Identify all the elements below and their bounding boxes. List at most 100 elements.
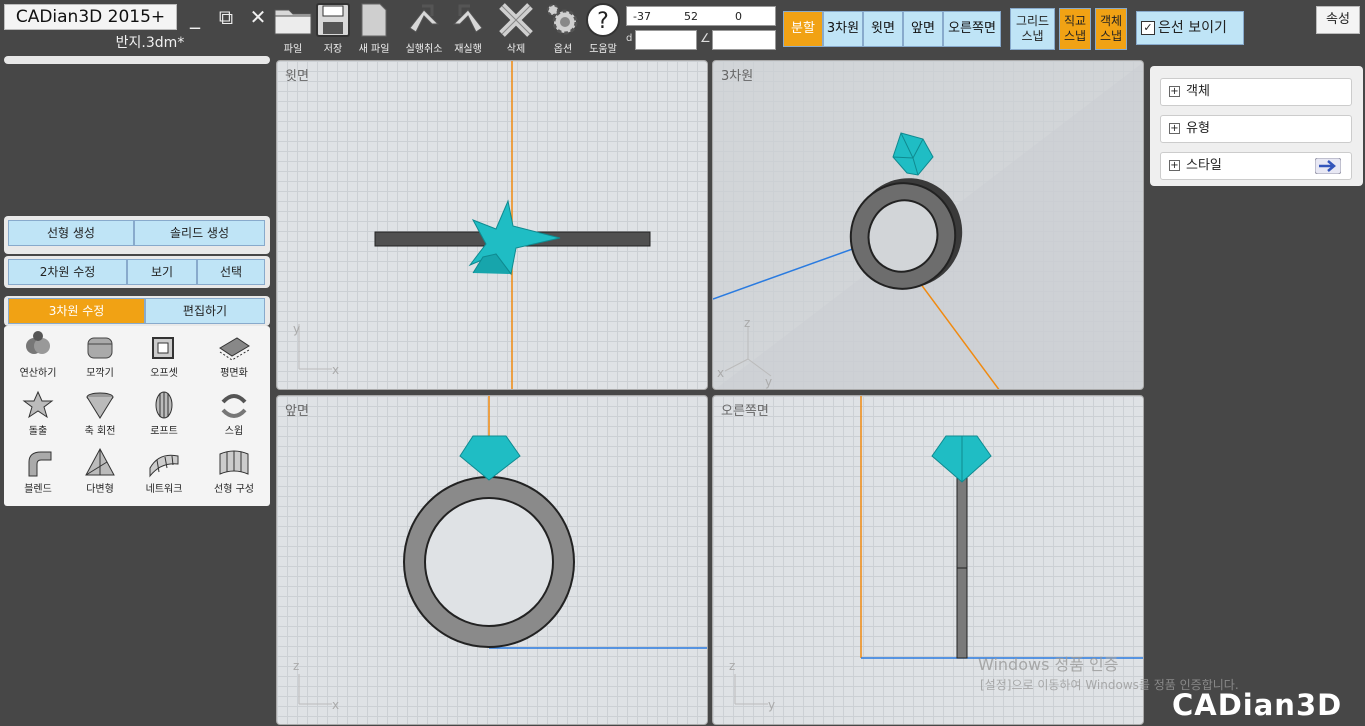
viewport-top[interactable]: 윗면 y x [276,60,708,390]
activation-watermark-title: Windows 정품 인증 [978,655,1119,674]
tab-row-edit: 2차원 수정 보기 선택 [4,256,270,288]
tool-label: 네트워크 [145,484,183,495]
tool-offset[interactable]: 오프셋 [132,330,196,388]
tab-3d-edit[interactable]: 3차원 수정 [8,298,145,324]
view-3d-button[interactable]: 3차원 [823,11,863,47]
tool-revolve[interactable]: 축 회전 [68,388,132,446]
tab-curve-create[interactable]: 선형 생성 [8,220,134,246]
expand-icon[interactable]: + [1169,123,1180,134]
tool-loft[interactable]: 로프트 [132,388,196,446]
tool-boolean[interactable]: 연산하기 [6,330,70,388]
file-name: 반지.3dm* [115,35,185,51]
gear-icon [547,4,578,35]
close-button[interactable]: ✕ [247,6,269,28]
folder-icon [274,9,312,35]
grid-snap-line2: 스냅 [1021,29,1044,43]
tool-panel: 연산하기 모깍기 오프셋 평면화 돌출 축 회전 로프트 스윕 블렌드 다변형 … [4,326,270,506]
axis-label-y: y [765,375,773,389]
axis-label-z: z [293,659,300,673]
tab-solid-create[interactable]: 솔리드 생성 [134,220,265,246]
delete-button[interactable]: 삭제 [491,2,541,55]
network-icon [149,454,179,478]
object-snap-line1: 객체 [1099,14,1123,28]
view-split-button[interactable]: 분할 [783,11,823,47]
tool-polygon[interactable]: 다변형 [68,446,132,504]
accordion-label: 스타일 [1186,158,1222,173]
tool-sweep[interactable]: 스윕 [202,388,266,446]
tab-row-create: 선형 생성 솔리드 생성 [4,216,270,254]
viewport-title: 오른쪽면 [721,404,769,419]
properties-button[interactable]: 속성 [1316,6,1360,34]
accordion-label: 유형 [1186,121,1210,136]
offset-icon [152,337,174,359]
gem-shape [459,435,521,481]
redo-icon [452,4,483,33]
tool-label: 선형 구성 [214,484,254,495]
viewport-perspective[interactable]: 3차원 z x y [712,60,1144,390]
hidden-line-toggle[interactable]: ✓ 은선 보이기 [1136,11,1244,45]
tool-flatten[interactable]: 평면화 [202,330,266,388]
new-file-icon [361,3,387,37]
distance-input[interactable] [635,30,697,50]
view-right-button[interactable]: 오른쪽면 [943,11,1001,47]
checkbox-checked-icon[interactable]: ✓ [1141,21,1155,35]
viewport-title: 앞면 [285,404,309,419]
delete-icon [499,3,533,37]
arrow-right-icon[interactable] [1315,158,1341,174]
tab-2d-edit[interactable]: 2차원 수정 [8,259,127,285]
new-file-button[interactable]: 새 파일 [349,2,399,55]
expand-icon[interactable]: + [1169,86,1180,97]
tab-view[interactable]: 보기 [127,259,197,285]
accordion-type[interactable]: + 유형 [1160,115,1352,143]
axis-label-z: z [729,659,736,673]
help-icon: ? [586,3,620,37]
tool-blend[interactable]: 블렌드 [6,446,70,504]
view-front-button[interactable]: 앞면 [903,11,943,47]
coord-y: 52 [684,10,698,23]
fillet-icon [87,337,113,359]
restore-button[interactable]: ⧉ [215,6,237,28]
tool-label: 다변형 [86,484,114,495]
flatten-icon [219,337,250,361]
extrude-icon [22,390,54,419]
expand-icon[interactable]: + [1169,160,1180,171]
tool-label: 모깍기 [86,368,114,379]
sweep-icon [221,394,247,418]
accordion-object[interactable]: + 객체 [1160,78,1352,106]
blend-icon [28,451,52,477]
minimize-button[interactable]: _ [184,6,206,28]
grid-snap-toggle[interactable]: 그리드 스냅 [1010,8,1055,50]
tool-extrude[interactable]: 돌출 [6,388,70,446]
perspective-scene [713,62,1143,389]
tool-label: 돌출 [28,426,48,437]
tool-fillet[interactable]: 모깍기 [68,330,132,388]
viewport-front[interactable]: 앞면 z x [276,395,708,725]
tool-curve-construct[interactable]: 선형 구성 [202,446,266,504]
accordion-label: 객체 [1186,84,1210,99]
undo-button[interactable]: 실행취소 [399,2,449,55]
tool-label: 스윕 [224,426,244,437]
tab-editing[interactable]: 편집하기 [145,298,265,324]
redo-button[interactable]: 재실행 [443,2,493,55]
top-view-scene [298,61,651,389]
tool-label: 연산하기 [19,368,57,379]
coord-x: -37 [633,10,651,23]
distance-label: d [626,33,633,44]
undo-icon [409,4,440,33]
coord-z: 0 [735,10,742,23]
angle-input[interactable] [712,30,776,50]
object-snap-line2: 스냅 [1099,29,1123,43]
viewport-title: 윗면 [285,69,309,84]
ortho-snap-toggle[interactable]: 직교 스냅 [1059,8,1091,50]
tab-select[interactable]: 선택 [197,259,265,285]
tool-label: 축 회전 [84,426,116,437]
hidden-line-label: 은선 보이기 [1158,20,1227,36]
accordion-style[interactable]: + 스타일 [1160,152,1352,180]
axis-label-y: y [768,698,776,712]
coordinate-input[interactable]: -37 52 0 [626,6,776,26]
object-snap-toggle[interactable]: 객체 스냅 [1095,8,1127,50]
progress-bar [4,56,270,64]
view-top-button[interactable]: 윗면 [863,11,903,47]
tool-network[interactable]: 네트워크 [132,446,196,504]
help-button[interactable]: ? 도움말 [578,2,628,55]
